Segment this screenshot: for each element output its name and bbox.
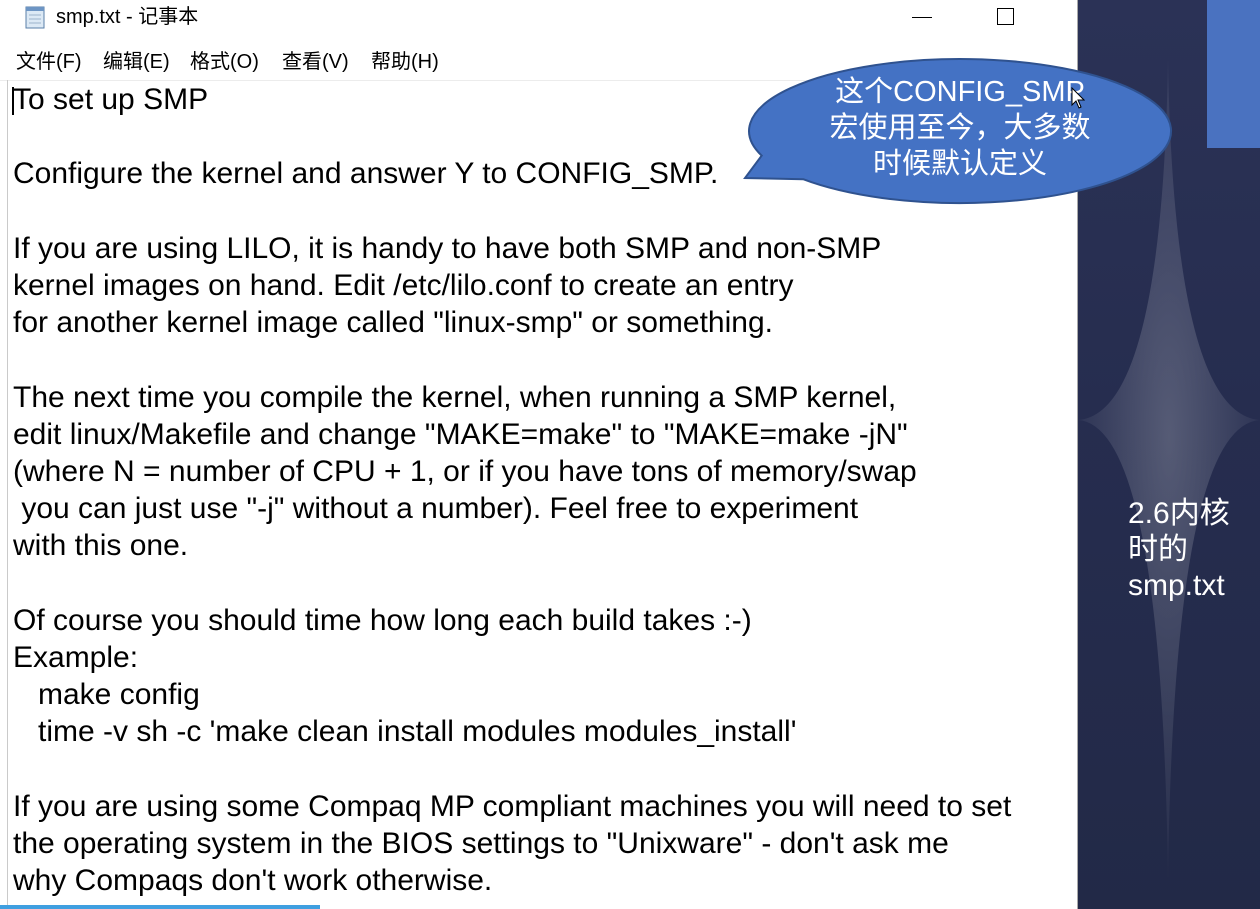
slide-note: 2.6内核 时的 smp.txt (1128, 496, 1260, 604)
text-line[interactable] (13, 750, 1073, 787)
slide-note-line: 时的 (1128, 533, 1188, 566)
text-line[interactable] (13, 341, 1073, 378)
mouse-pointer-icon (1071, 87, 1085, 109)
minimize-icon (912, 17, 932, 18)
notepad-icon[interactable] (22, 4, 48, 30)
text-line[interactable] (13, 564, 1073, 601)
slide-accent-bar (1207, 0, 1260, 148)
menu-help[interactable]: 帮助(H) (371, 44, 439, 80)
callout-line: 这个CONFIG_SMP (835, 76, 1085, 108)
text-line[interactable]: why Compaqs don't work otherwise. (13, 862, 1073, 899)
text-line[interactable]: make config (13, 676, 1073, 713)
text-line[interactable]: the operating system in the BIOS setting… (13, 825, 1073, 862)
callout-line: 宏使用至今，大多数 (829, 112, 1091, 144)
text-caret (12, 87, 14, 115)
text-line[interactable]: Of course you should time how long each … (13, 602, 1073, 639)
slide-note-line: smp.txt (1128, 569, 1225, 602)
menu-edit[interactable]: 编辑(E) (103, 44, 170, 80)
menu-file[interactable]: 文件(F) (16, 44, 82, 80)
maximize-button[interactable] (983, 0, 1029, 36)
slide-note-line: 2.6内核 (1128, 497, 1230, 530)
text-line[interactable]: edit linux/Makefile and change "MAKE=mak… (13, 416, 1073, 453)
maximize-icon (997, 8, 1014, 25)
window-title: smp.txt - 记事本 (56, 6, 199, 28)
minimize-button[interactable] (899, 0, 945, 36)
editor-border (7, 80, 8, 909)
text-line[interactable]: with this one. (13, 527, 1073, 564)
video-progress-bar[interactable] (0, 905, 320, 909)
title-bar[interactable]: smp.txt - 记事本 (0, 0, 1077, 40)
text-line[interactable]: kernel images on hand. Edit /etc/lilo.co… (13, 267, 1073, 304)
text-line[interactable]: The next time you compile the kernel, wh… (13, 379, 1073, 416)
menu-view[interactable]: 查看(V) (282, 44, 349, 80)
text-line[interactable]: you can just use "-j" without a number).… (13, 490, 1073, 527)
text-line[interactable]: for another kernel image called "linux-s… (13, 304, 1073, 341)
callout-line: 时候默认定义 (872, 148, 1047, 180)
text-line[interactable]: time -v sh -c 'make clean install module… (13, 713, 1073, 750)
callout-text: 这个CONFIG_SMP 宏使用至今，大多数 时候默认定义 (760, 74, 1160, 182)
text-line[interactable]: (where N = number of CPU + 1, or if you … (13, 453, 1073, 490)
menu-format[interactable]: 格式(O) (190, 44, 259, 80)
text-line[interactable]: Example: (13, 639, 1073, 676)
text-line[interactable]: If you are using some Compaq MP complian… (13, 788, 1073, 825)
text-line[interactable]: If you are using LILO, it is handy to ha… (13, 230, 1073, 267)
